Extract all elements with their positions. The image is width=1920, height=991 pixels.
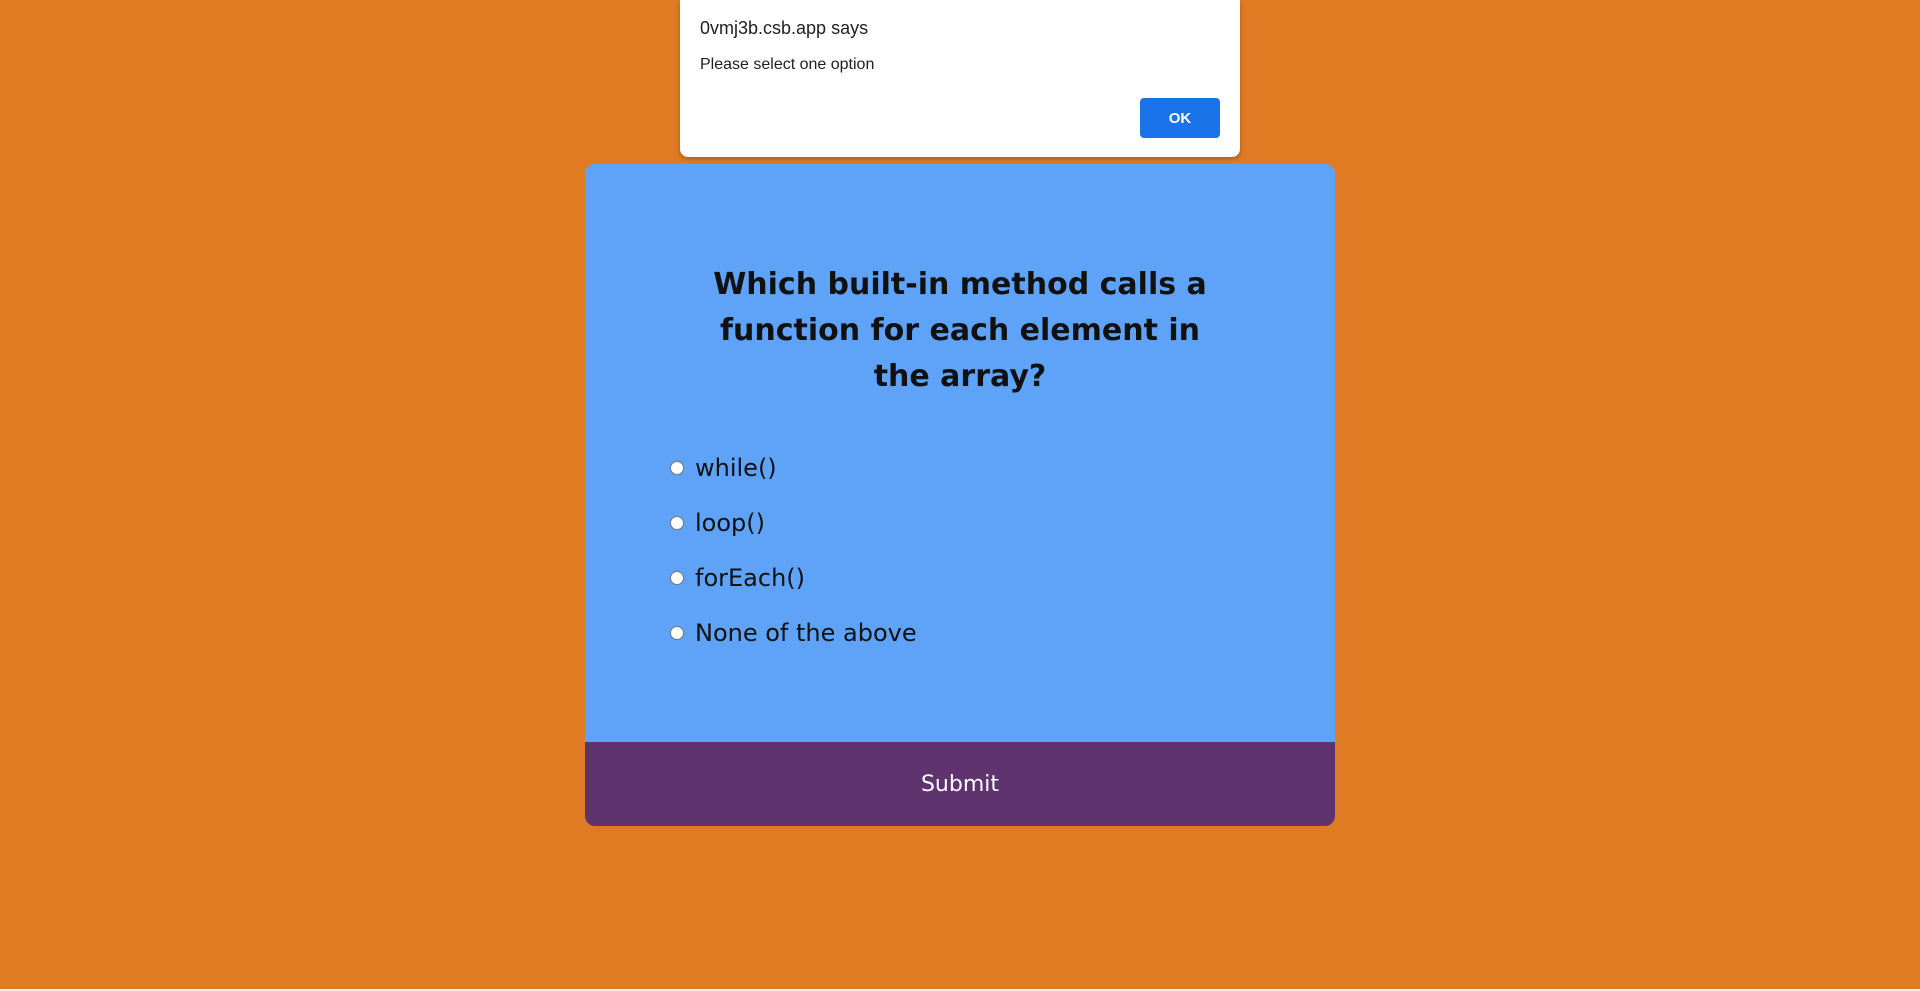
option-label[interactable]: forEach() bbox=[695, 564, 805, 592]
option-label[interactable]: None of the above bbox=[695, 619, 917, 647]
radio-button[interactable] bbox=[670, 625, 684, 640]
radio-button[interactable] bbox=[670, 570, 684, 585]
alert-title: 0vmj3b.csb.app says bbox=[700, 18, 869, 38]
radio-button[interactable] bbox=[670, 460, 684, 475]
option-while[interactable]: while() bbox=[670, 440, 917, 495]
option-label[interactable]: loop() bbox=[695, 509, 765, 537]
option-foreach[interactable]: forEach() bbox=[670, 550, 917, 605]
answer-options: while() loop() forEach() None of the abo… bbox=[670, 440, 917, 660]
quiz-body: Which built-in method calls a function f… bbox=[585, 164, 1335, 742]
option-label[interactable]: while() bbox=[695, 454, 777, 482]
radio-button[interactable] bbox=[670, 515, 684, 530]
alert-ok-button[interactable]: OK bbox=[1140, 98, 1220, 138]
quiz-card: Which built-in method calls a function f… bbox=[585, 164, 1335, 826]
question-title: Which built-in method calls a function f… bbox=[713, 267, 1207, 394]
alert-message: Please select one option bbox=[700, 56, 875, 73]
submit-button[interactable]: Submit bbox=[585, 742, 1335, 826]
alert-dialog: 0vmj3b.csb.app says Please select one op… bbox=[680, 0, 1240, 157]
option-none[interactable]: None of the above bbox=[670, 605, 917, 660]
option-loop[interactable]: loop() bbox=[670, 495, 917, 550]
